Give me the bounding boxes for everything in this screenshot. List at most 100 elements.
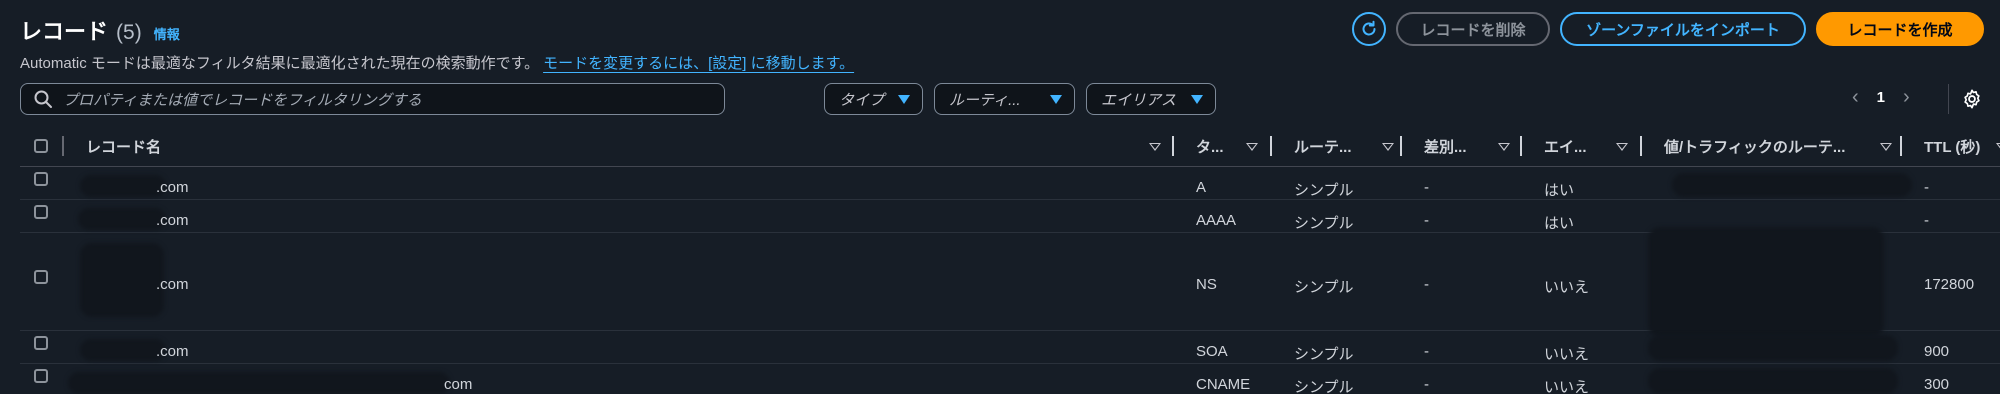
column-divider xyxy=(62,136,64,156)
refresh-icon xyxy=(1362,20,1376,36)
record-alias: いいえ xyxy=(1544,279,1590,296)
sort-icon[interactable] xyxy=(1996,143,2000,151)
redacted-value xyxy=(1648,368,1898,394)
record-ttl: - xyxy=(1924,212,1929,229)
column-header-routing[interactable]: ルーテ... xyxy=(1294,126,1402,166)
redacted-value xyxy=(1672,173,1912,197)
record-differentiator: - xyxy=(1424,343,1429,360)
table-row[interactable]: com CNAME シンプル - いいえ 300 xyxy=(20,364,2000,394)
record-routing: シンプル xyxy=(1294,215,1354,232)
column-header-type[interactable]: タ... xyxy=(1196,126,1278,166)
column-divider[interactable] xyxy=(1640,136,1642,156)
column-label: TTL (秒) xyxy=(1924,138,1981,156)
row-checkbox[interactable] xyxy=(34,270,48,284)
record-name[interactable]: com xyxy=(444,376,472,393)
redacted-value xyxy=(68,372,450,394)
search-mode-description: Automatic モードは最適なフィルタ結果に最適化された現在の検索動作です。… xyxy=(20,52,854,73)
refresh-button[interactable] xyxy=(1352,12,1386,46)
caret-down-icon xyxy=(898,94,910,104)
search-input[interactable]: プロパティまたは値でレコードをフィルタリングする xyxy=(20,83,725,115)
column-header-alias[interactable]: エイ... xyxy=(1544,126,1644,166)
record-name[interactable]: .com xyxy=(156,179,189,196)
description-text: Automatic モードは最適なフィルタ結果に最適化された現在の検索動作です。 xyxy=(20,55,540,72)
records-page: レコード (5) 情報 Automatic モードは最適なフィルタ結果に最適化さ… xyxy=(0,0,2000,394)
record-name[interactable]: .com xyxy=(156,212,189,229)
column-divider[interactable] xyxy=(1900,136,1902,156)
column-header-name[interactable]: レコード名 xyxy=(86,126,1171,166)
search-icon xyxy=(34,90,52,108)
record-routing: シンプル xyxy=(1294,346,1354,363)
info-link[interactable]: 情報 xyxy=(154,24,180,43)
record-routing: シンプル xyxy=(1294,279,1354,296)
record-type: SOA xyxy=(1196,343,1228,360)
type-filter-label: タイプ xyxy=(839,91,885,109)
column-divider[interactable] xyxy=(1172,136,1174,156)
redacted-value xyxy=(1648,335,1898,361)
record-alias: いいえ xyxy=(1544,379,1590,394)
page-title: レコード xyxy=(20,19,109,44)
redacted-value xyxy=(1648,227,1884,337)
record-differentiator: - xyxy=(1424,376,1429,393)
sort-icon[interactable] xyxy=(1382,143,1394,151)
column-header-value[interactable]: 値/トラフィックのルーテ... xyxy=(1664,126,1904,166)
sort-icon[interactable] xyxy=(1149,143,1161,151)
sort-icon[interactable] xyxy=(1616,143,1628,151)
routing-filter-label: ルーティ... xyxy=(949,91,1021,109)
current-page[interactable]: 1 xyxy=(1877,89,1885,106)
column-divider[interactable] xyxy=(1400,136,1402,156)
sort-icon[interactable] xyxy=(1498,143,1510,151)
gear-icon[interactable] xyxy=(1961,88,1983,110)
search-placeholder: プロパティまたは値でレコードをフィルタリングする xyxy=(63,91,422,109)
column-divider[interactable] xyxy=(1520,136,1522,156)
column-header-ttl[interactable]: TTL (秒) xyxy=(1924,126,2000,166)
record-type: NS xyxy=(1196,276,1217,293)
record-name[interactable]: .com xyxy=(156,343,189,360)
divider xyxy=(1948,84,1949,114)
record-routing: シンプル xyxy=(1294,379,1354,394)
routing-filter[interactable]: ルーティ... xyxy=(934,83,1075,115)
table-row[interactable]: .com A シンプル - はい - xyxy=(20,167,2000,200)
sort-icon[interactable] xyxy=(1246,143,1258,151)
alias-filter[interactable]: エイリアス xyxy=(1086,83,1216,115)
column-divider[interactable] xyxy=(1270,136,1272,156)
record-alias: はい xyxy=(1544,182,1575,199)
select-all-checkbox[interactable] xyxy=(34,139,48,153)
record-differentiator: - xyxy=(1424,212,1429,229)
alias-filter-label: エイリアス xyxy=(1101,91,1177,109)
row-checkbox[interactable] xyxy=(34,336,48,350)
previous-page-button[interactable]: ‹ xyxy=(1852,86,1859,109)
column-label: 値/トラフィックのルーテ... xyxy=(1664,138,1846,156)
redacted-value xyxy=(78,208,166,230)
record-alias: いいえ xyxy=(1544,346,1590,363)
change-mode-link[interactable]: モードを変更するには、[設定] に移動します。 xyxy=(543,55,854,72)
page-header: レコード (5) 情報 xyxy=(20,14,180,46)
record-routing: シンプル xyxy=(1294,182,1354,199)
record-type: AAAA xyxy=(1196,212,1237,229)
header-actions: レコードを削除 ゾーンファイルをインポート レコードを作成 xyxy=(1352,12,1984,46)
row-checkbox[interactable] xyxy=(34,172,48,186)
column-label: レコード名 xyxy=(86,138,162,156)
record-ttl: 900 xyxy=(1924,343,1950,360)
sort-icon[interactable] xyxy=(1880,143,1892,151)
row-checkbox[interactable] xyxy=(34,205,48,219)
column-label: エイ... xyxy=(1544,138,1587,156)
type-filter[interactable]: タイプ xyxy=(824,83,923,115)
create-record-button[interactable]: レコードを作成 xyxy=(1816,12,1984,46)
caret-down-icon xyxy=(1191,94,1203,104)
record-name[interactable]: .com xyxy=(156,276,189,293)
table-row[interactable]: .com SOA シンプル - いいえ 900 xyxy=(20,331,2000,364)
record-ttl: 300 xyxy=(1924,376,1950,393)
column-label: タ... xyxy=(1196,138,1224,156)
delete-record-button[interactable]: レコードを削除 xyxy=(1396,12,1550,46)
row-checkbox[interactable] xyxy=(34,369,48,383)
column-label: ルーテ... xyxy=(1294,138,1352,156)
record-ttl: - xyxy=(1924,179,1929,196)
record-type: A xyxy=(1196,179,1207,196)
pagination: ‹ 1 › xyxy=(1852,86,1910,109)
redacted-value xyxy=(80,243,164,317)
column-label: 差別... xyxy=(1424,138,1467,156)
table-row[interactable]: .com NS シンプル - いいえ 172800 xyxy=(20,227,2000,337)
next-page-button[interactable]: › xyxy=(1903,86,1910,109)
import-zone-file-button[interactable]: ゾーンファイルをインポート xyxy=(1560,12,1806,46)
column-header-differentiator[interactable]: 差別... xyxy=(1424,126,1524,166)
